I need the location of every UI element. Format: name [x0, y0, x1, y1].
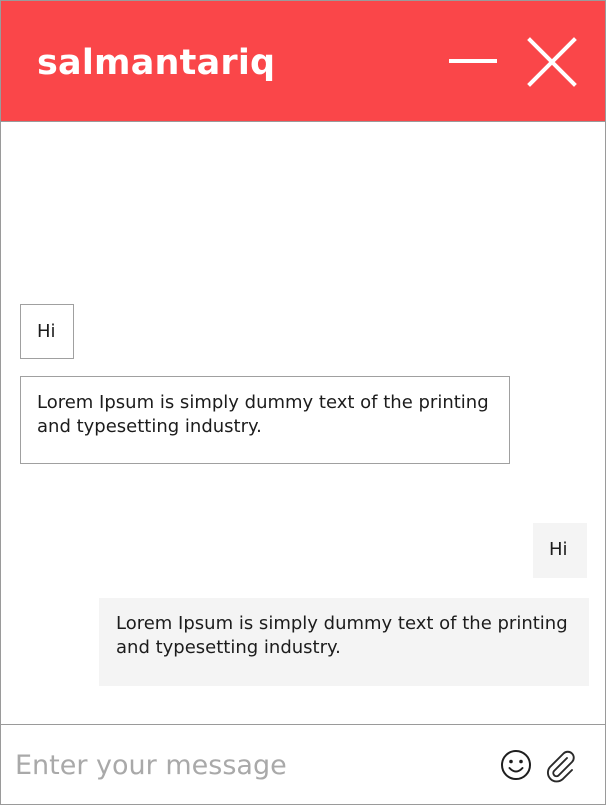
chat-header: salmantariq — [1, 1, 605, 122]
chat-title: salmantariq — [37, 43, 276, 83]
emoji-icon — [501, 750, 531, 780]
incoming-message: Hi — [20, 304, 74, 359]
message-text: Lorem Ipsum is simply dummy text of the … — [37, 392, 489, 437]
close-icon — [527, 37, 577, 87]
outgoing-message: Hi — [533, 523, 587, 578]
attach-button[interactable] — [542, 747, 578, 783]
outgoing-message: Lorem Ipsum is simply dummy text of the … — [99, 598, 589, 686]
emoji-button[interactable] — [498, 747, 534, 783]
message-composer — [1, 724, 605, 804]
message-text: Lorem Ipsum is simply dummy text of the … — [116, 613, 568, 658]
paperclip-icon — [547, 750, 575, 783]
close-button[interactable] — [525, 37, 577, 89]
incoming-message: Lorem Ipsum is simply dummy text of the … — [20, 376, 510, 464]
message-input[interactable] — [15, 743, 475, 787]
message-list[interactable]: Hi Lorem Ipsum is simply dummy text of t… — [1, 122, 605, 724]
message-text: Hi — [549, 539, 568, 560]
minimize-button[interactable] — [447, 37, 499, 89]
minimize-icon — [449, 59, 497, 63]
chat-window: salmantariq Hi Lorem Ipsum is simply dum… — [0, 0, 606, 805]
message-text: Hi — [37, 321, 56, 342]
